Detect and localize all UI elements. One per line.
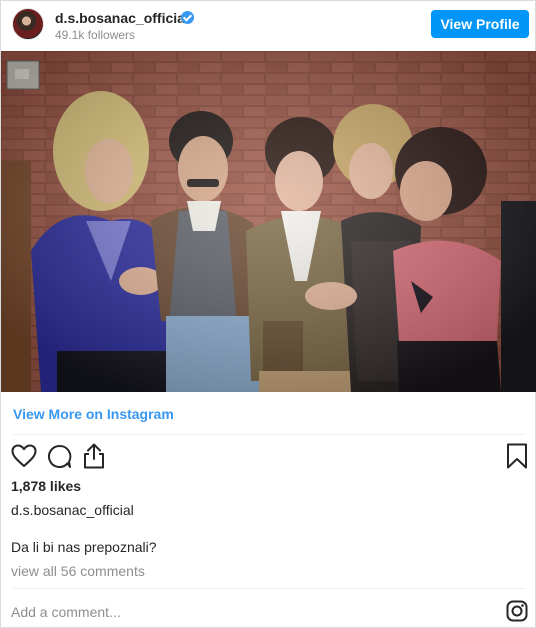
instagram-logo-icon[interactable] bbox=[506, 600, 528, 622]
post-image bbox=[1, 51, 536, 392]
post-header: d.s.bosanac_official 49.1k followers Vie… bbox=[1, 1, 536, 51]
likes-count: 1,878 likes bbox=[11, 478, 82, 494]
caption-text: Da li bi nas prepoznali? bbox=[11, 539, 157, 555]
username-link[interactable]: d.s.bosanac_official bbox=[55, 10, 189, 26]
followers-count: 49.1k followers bbox=[55, 28, 136, 42]
share-icon[interactable] bbox=[82, 443, 106, 469]
view-profile-button[interactable]: View Profile bbox=[431, 10, 529, 38]
instagram-embed-card: d.s.bosanac_official 49.1k followers Vie… bbox=[0, 0, 536, 628]
avatar[interactable] bbox=[12, 8, 44, 40]
caption-username-link[interactable]: d.s.bosanac_official bbox=[11, 502, 134, 518]
post-photo[interactable] bbox=[1, 51, 536, 392]
divider bbox=[13, 588, 525, 589]
verified-badge-icon bbox=[181, 11, 194, 24]
heart-icon[interactable] bbox=[11, 444, 37, 468]
bookmark-icon[interactable] bbox=[506, 443, 528, 469]
view-all-comments-link[interactable]: view all 56 comments bbox=[11, 563, 145, 579]
comment-icon[interactable] bbox=[47, 444, 72, 469]
add-comment-input[interactable]: Add a comment... bbox=[11, 604, 121, 620]
view-more-on-instagram-link[interactable]: View More on Instagram bbox=[13, 406, 174, 422]
divider bbox=[13, 434, 525, 435]
